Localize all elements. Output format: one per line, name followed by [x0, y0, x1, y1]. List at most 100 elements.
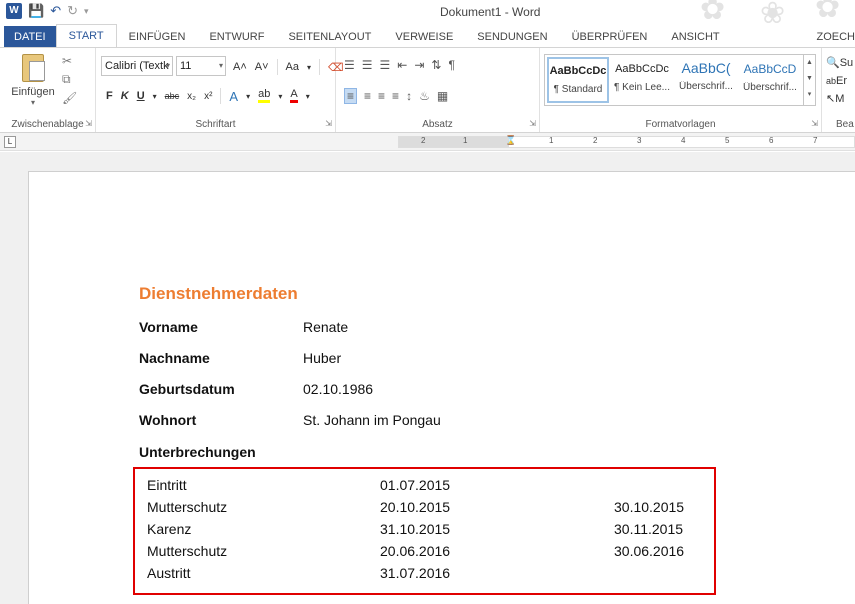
find-button[interactable]: 🔍Su [826, 54, 853, 72]
bold-button[interactable]: F [106, 90, 113, 102]
break-start: 20.10.2015 [380, 499, 451, 515]
ruler-number: 5 [725, 136, 730, 145]
cut-icon[interactable]: ✂ [62, 54, 77, 68]
style-name: Überschrif... [743, 82, 797, 93]
style-heading-2[interactable]: AaBbCcD Überschrif... [739, 57, 801, 103]
paragraph-row-top: ☰ ☰ ☰ ⇤ ⇥ ⇅ ¶ [344, 58, 455, 72]
multilevel-list-icon[interactable]: ☰ [380, 58, 391, 72]
clipboard-group: Einfügen ▾ ✂ ⧉ 🖌 Zwischenablage ⇲ [0, 48, 96, 132]
break-type: Karenz [147, 521, 192, 537]
save-icon[interactable]: 💾 [28, 3, 44, 19]
style-standard[interactable]: AaBbCcDc ¶ Standard [547, 57, 609, 103]
format-painter-icon[interactable]: 🖌 [62, 91, 77, 105]
tab-start[interactable]: START [55, 24, 117, 48]
break-start: 01.07.2015 [380, 477, 451, 493]
tab-ueberpruefen[interactable]: ÜBERPRÜFEN [560, 26, 660, 48]
paste-button[interactable]: Einfügen ▾ [10, 54, 56, 107]
dialog-launcher-icon[interactable]: ⇲ [529, 119, 536, 128]
subscript-button[interactable]: x₂ [187, 91, 196, 102]
align-right-icon[interactable]: ≡ [378, 89, 385, 103]
chevron-up-icon[interactable]: ▲ [804, 55, 815, 71]
ruler-number: 4 [681, 136, 686, 145]
tab-entwurf[interactable]: ENTWURF [197, 26, 276, 48]
font-name-select[interactable]: Calibri (Textk ▾ [101, 56, 173, 76]
dialog-launcher-icon[interactable]: ⇲ [85, 119, 92, 128]
customize-qat-icon[interactable]: ▾ [84, 3, 89, 19]
dialog-launcher-icon[interactable]: ⇲ [325, 119, 332, 128]
word-app-icon[interactable]: W [6, 3, 22, 19]
superscript-button[interactable]: x² [204, 91, 212, 102]
tab-ansicht[interactable]: ANSICHT [659, 26, 731, 48]
select-button[interactable]: ↖M [826, 90, 853, 108]
sort-icon[interactable]: ⇅ [431, 58, 441, 72]
break-start: 20.06.2016 [380, 543, 451, 559]
chevron-down-icon: ▾ [307, 62, 312, 72]
bullets-icon[interactable]: ☰ [344, 58, 355, 72]
indent-marker-icon[interactable]: ⌛ [505, 135, 516, 146]
font-row-bottom: F K U ▾ abc x₂ x² A ▾ ab ▾ A ▾ [106, 88, 310, 104]
more-styles-icon[interactable]: ▾ [804, 87, 815, 103]
horizontal-ruler[interactable]: 2 1 ⌛ 1 2 3 4 5 6 7 [398, 135, 855, 148]
tab-seitenlayout[interactable]: SEITENLAYOUT [276, 26, 383, 48]
replace-button[interactable]: abEr [826, 72, 853, 90]
document-page[interactable]: Dienstnehmerdaten Vorname Renate Nachnam… [28, 171, 855, 604]
title-bar: W 💾 ↶ ↻ ▾ Dokument1 - Word ✿ ❀ ✿ [0, 0, 855, 30]
strikethrough-button[interactable]: abc [165, 91, 180, 101]
shading-icon[interactable]: ♨ [419, 89, 430, 103]
table-row: Mutterschutz 20.10.2015 30.10.2015 [147, 499, 707, 519]
align-left-icon[interactable]: ≡ [344, 88, 358, 104]
styles-group-label: Formatvorlagen [645, 119, 716, 130]
cursor-icon: ↖ [826, 93, 836, 105]
clipboard-small-buttons: ✂ ⧉ 🖌 [62, 54, 77, 105]
style-preview: AaBbCcDc [615, 63, 669, 75]
user-account[interactable]: ZOECH [805, 26, 855, 48]
styles-scroll[interactable]: ▲ ▼ ▾ [803, 55, 815, 105]
tab-sendungen[interactable]: SENDUNGEN [465, 26, 559, 48]
break-type: Eintritt [147, 477, 187, 493]
increase-indent-icon[interactable]: ⇥ [414, 58, 424, 72]
tab-einfuegen[interactable]: EINFÜGEN [117, 26, 198, 48]
show-formatting-icon[interactable]: ¶ [448, 58, 454, 72]
align-center-icon[interactable]: ≡ [364, 89, 371, 103]
ruler-number: 1 [463, 136, 468, 145]
quick-access-toolbar: W 💾 ↶ ↻ ▾ [6, 3, 89, 19]
dialog-launcher-icon[interactable]: ⇲ [811, 119, 818, 128]
paragraph-row-bottom: ≡ ≡ ≡ ≡ ↕ ♨ ▦ [344, 88, 448, 104]
redo-icon[interactable]: ↻ [67, 3, 78, 19]
line-spacing-icon[interactable]: ↕ [406, 89, 412, 103]
decrease-indent-icon[interactable]: ⇤ [397, 58, 407, 72]
copy-icon[interactable]: ⧉ [62, 72, 77, 87]
change-case-button[interactable]: Aa [286, 61, 299, 73]
borders-icon[interactable]: ▦ [437, 89, 448, 103]
style-name: Überschrif... [679, 81, 733, 92]
decorative-leaf-icon: ✿ [700, 0, 726, 26]
justify-icon[interactable]: ≡ [392, 89, 399, 103]
ruler-number: 1 [549, 136, 554, 145]
separator [319, 59, 321, 75]
chevron-down-icon: ▾ [246, 91, 251, 101]
ruler-row: L 2 1 ⌛ 1 2 3 4 5 6 7 [0, 133, 855, 151]
style-no-spacing[interactable]: AaBbCcDc ¶ Kein Lee... [611, 57, 673, 103]
italic-button[interactable]: K [121, 90, 129, 102]
chevron-down-icon[interactable]: ▼ [804, 71, 815, 87]
text-effects-button[interactable]: A [229, 89, 238, 104]
tab-verweise[interactable]: VERWEISE [383, 26, 465, 48]
style-heading-1[interactable]: AaBbC( Überschrif... [675, 57, 737, 103]
shrink-font-button[interactable]: A˅ [255, 61, 269, 73]
break-end: 30.11.2015 [614, 521, 684, 537]
highlight-button[interactable]: ab [258, 89, 271, 103]
grow-font-button[interactable]: A˄ [233, 61, 247, 73]
window-title: Dokument1 - Word [440, 5, 541, 19]
replace-icon: ab [826, 76, 837, 86]
font-size-select[interactable]: 11 ▾ [176, 56, 226, 76]
tab-selector[interactable]: L [4, 136, 16, 148]
underline-button[interactable]: U [137, 90, 145, 102]
chevron-down-icon: ▾ [165, 61, 170, 70]
font-color-button[interactable]: A [290, 89, 298, 103]
undo-icon[interactable]: ↶ [50, 3, 61, 19]
font-row-top: A˄ A˅ Aa ▾ ⌫ [233, 59, 344, 75]
tab-datei[interactable]: DATEI [4, 26, 56, 48]
numbering-icon[interactable]: ☰ [362, 58, 373, 72]
breaks-table-highlight: Eintritt 01.07.2015 Mutterschutz 20.10.2… [133, 467, 716, 595]
ribbon-tabs: DATEI START EINFÜGEN ENTWURF SEITENLAYOU… [0, 24, 855, 48]
